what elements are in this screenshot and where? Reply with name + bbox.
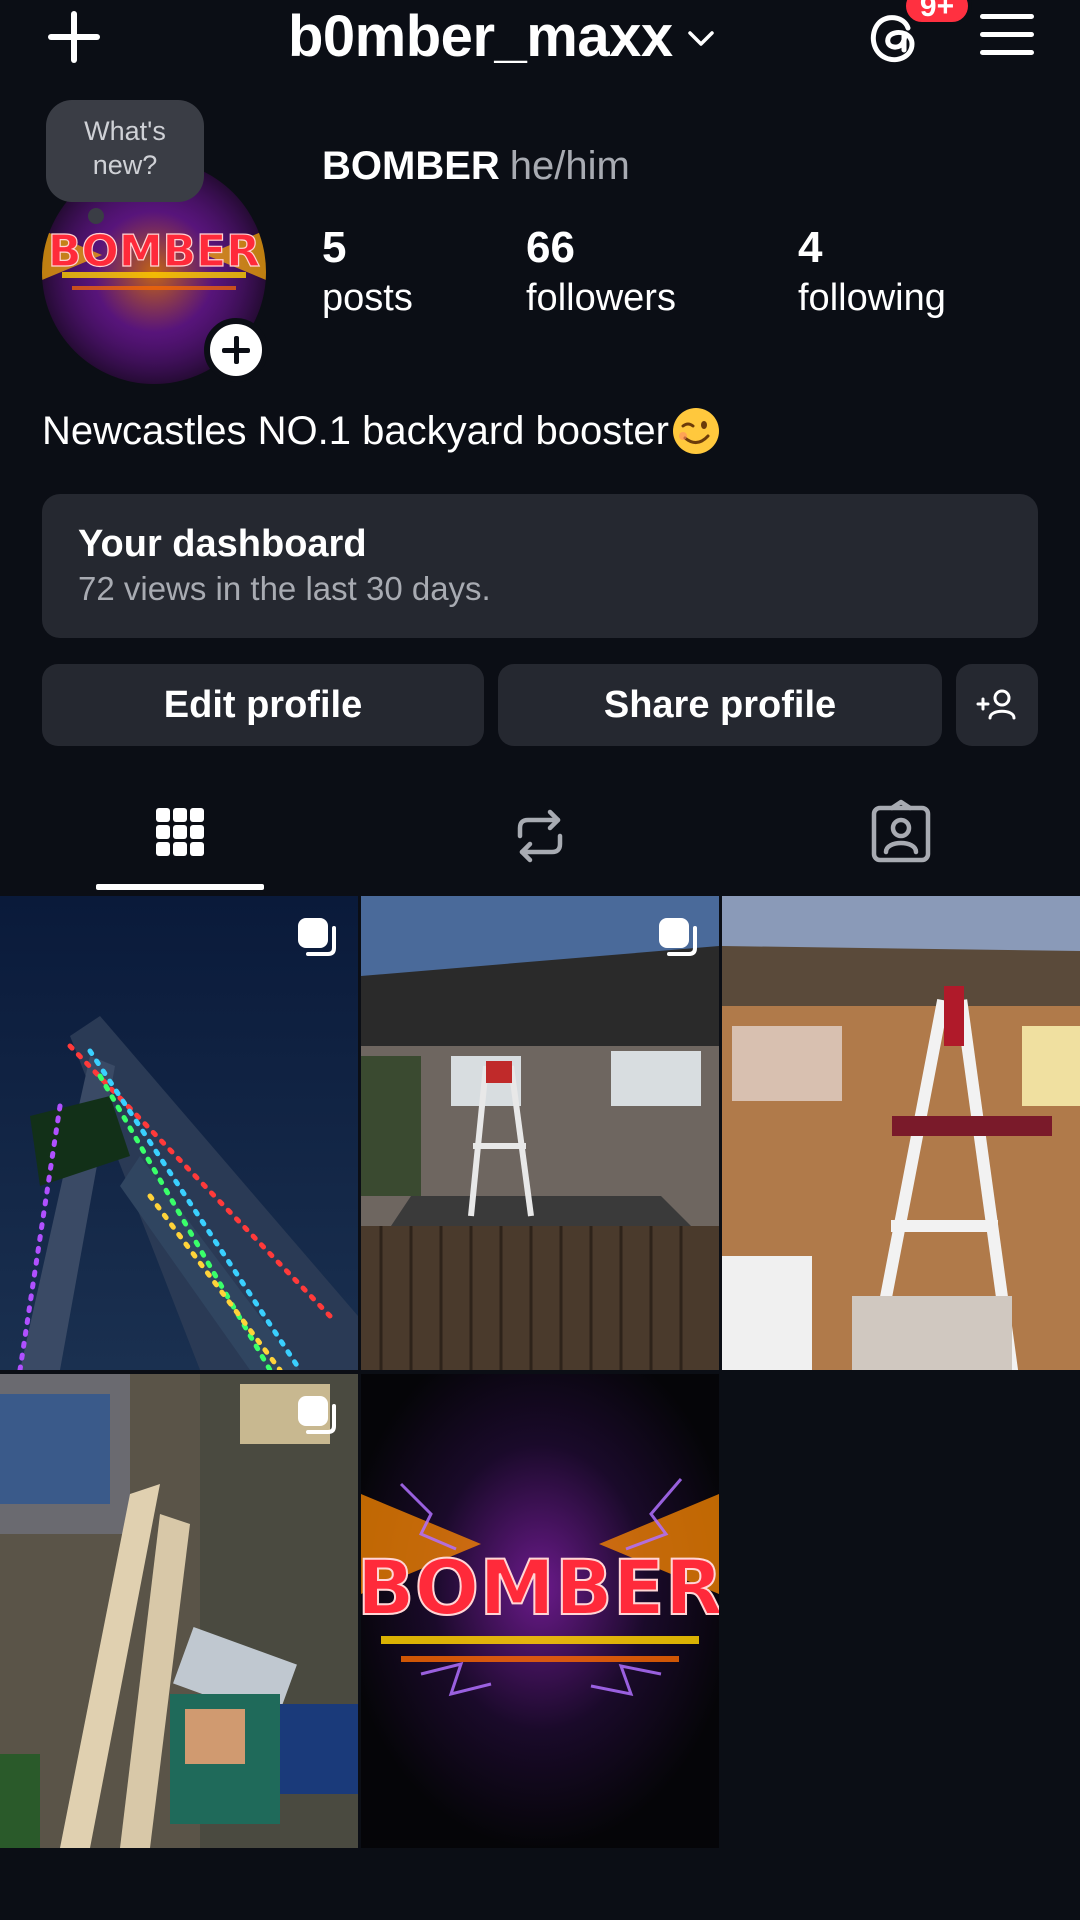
winking-face-emoji-icon: [672, 408, 719, 454]
note-line-1: What's: [84, 116, 166, 146]
stat-value: 5: [322, 223, 347, 272]
tab-tagged-icon[interactable]: [850, 796, 950, 876]
note-bubble[interactable]: What's new?: [46, 100, 204, 202]
dashboard-subtitle: 72 views in the last 30 days.: [78, 570, 491, 607]
multiple-photos-icon: [659, 918, 697, 956]
add-person-icon: [976, 689, 1016, 720]
top-bar: b0mber_maxx 9+: [0, 0, 1080, 80]
display-name: BOMBER: [322, 144, 500, 188]
create-post-plus-icon[interactable]: [44, 6, 104, 66]
tab-posts-grid-icon[interactable]: [130, 796, 230, 876]
discover-people-button[interactable]: [956, 664, 1038, 746]
edit-profile-button[interactable]: Edit profile: [42, 664, 484, 746]
post-tile[interactable]: [361, 896, 719, 1370]
post-tile[interactable]: [0, 896, 358, 1370]
note-bubble-tail: [88, 208, 104, 224]
stat-value: 4: [798, 223, 823, 272]
note-line-2: new?: [92, 150, 158, 180]
notification-badge: 9+: [902, 0, 972, 26]
display-name-row: BOMBER he/him: [322, 144, 630, 189]
share-profile-button[interactable]: Share profile: [498, 664, 942, 746]
hamburger-menu-icon[interactable]: [980, 10, 1034, 58]
multiple-photos-icon: [298, 918, 336, 956]
professional-dashboard-card[interactable]: Your dashboard 72 views in the last 30 d…: [42, 494, 1038, 638]
stat-value: 66: [526, 223, 575, 272]
multiple-photos-icon: [298, 1396, 336, 1434]
tab-reposts-icon[interactable]: [490, 796, 590, 876]
chevron-down-icon: [687, 31, 714, 46]
stat-following[interactable]: 4 following: [798, 222, 946, 322]
stat-label: followers: [526, 277, 676, 319]
add-story-plus-icon[interactable]: [204, 318, 268, 382]
stat-label: posts: [322, 277, 413, 319]
tab-selected-indicator: [96, 884, 264, 890]
pronouns: he/him: [509, 144, 630, 188]
stat-followers[interactable]: 66 followers: [526, 222, 676, 322]
avatar-logo-text: BOMBER: [48, 226, 260, 277]
bio: Newcastles NO.1 backyard booster: [42, 406, 721, 456]
post-logo-text: BOMBER: [361, 1543, 719, 1632]
post-tile[interactable]: BOMBER: [361, 1374, 719, 1848]
stat-label: following: [798, 277, 946, 319]
bio-text: Newcastles NO.1 backyard booster: [42, 408, 669, 453]
username: b0mber_maxx: [288, 3, 673, 69]
account-switcher[interactable]: b0mber_maxx: [288, 0, 715, 72]
post-tile[interactable]: [0, 1374, 358, 1848]
post-tile[interactable]: [722, 896, 1080, 1370]
dashboard-title: Your dashboard: [78, 523, 367, 565]
stat-posts[interactable]: 5 posts: [322, 222, 413, 322]
